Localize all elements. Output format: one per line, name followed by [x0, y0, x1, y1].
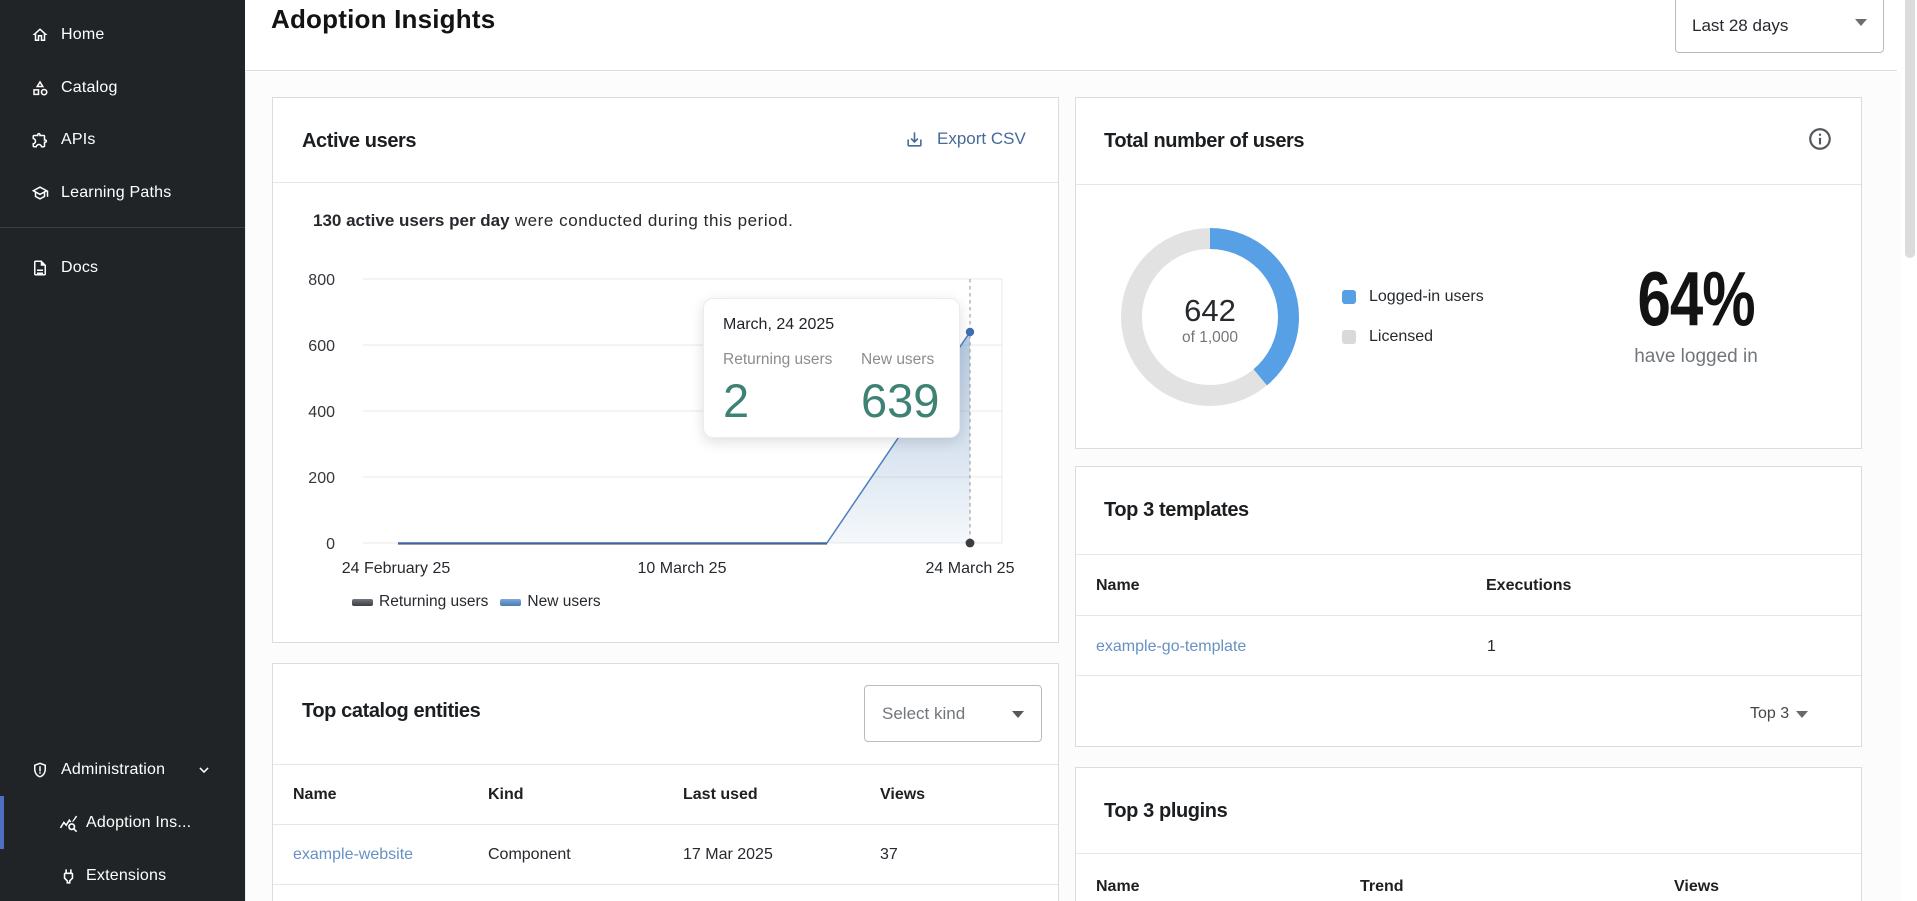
svg-text:10 March 25: 10 March 25 [638, 560, 727, 577]
svg-text:24 March 25: 24 March 25 [926, 560, 1015, 577]
svg-text:24 February 25: 24 February 25 [342, 560, 451, 577]
svg-text:400: 400 [308, 404, 335, 421]
svg-text:800: 800 [308, 272, 335, 289]
svg-text:600: 600 [308, 338, 335, 355]
svg-text:0: 0 [326, 536, 335, 553]
svg-text:200: 200 [308, 470, 335, 487]
